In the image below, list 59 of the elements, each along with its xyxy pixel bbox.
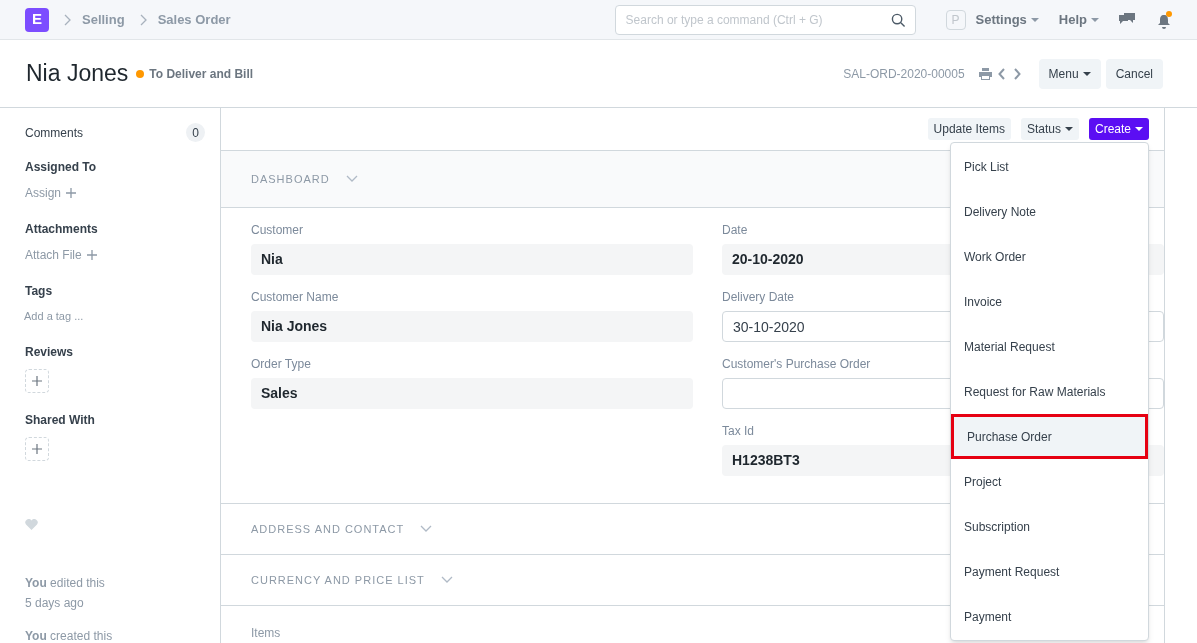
field-value: Nia Jones (251, 311, 693, 342)
previous-icon[interactable] (997, 67, 1006, 80)
activity-text: You edited this (25, 574, 106, 592)
print-icon[interactable] (978, 67, 992, 80)
section-heading: Assigned To (25, 159, 98, 176)
activity-text: You created this (25, 627, 114, 643)
plus-icon (32, 375, 42, 386)
caret-icon (1091, 17, 1099, 22)
section-heading: Reviews (25, 343, 75, 361)
heart-icon[interactable] (25, 518, 38, 530)
section-heading: Shared With (25, 411, 96, 429)
add-button[interactable] (25, 368, 49, 393)
field-value: Sales (251, 378, 693, 409)
bell-icon[interactable] (1157, 10, 1172, 29)
caret-icon (1082, 71, 1091, 76)
plus-icon (66, 188, 77, 198)
chevron-down-icon (440, 576, 453, 584)
menu-item[interactable]: Request for Raw Materials (951, 369, 1148, 414)
field-label: Delivery Date (722, 289, 795, 306)
field-label: Tax Id (722, 423, 754, 440)
header-button[interactable]: Menu (1038, 58, 1101, 89)
menu-item[interactable]: Purchase Order (951, 414, 1148, 459)
app-logo[interactable]: E (25, 7, 49, 32)
nav-menu[interactable]: Settings (975, 9, 1039, 30)
field-label: Customer (251, 222, 303, 239)
nav-menu[interactable]: Help (1058, 9, 1099, 30)
caret-icon (1135, 127, 1143, 131)
toolbar-button[interactable]: Status (1020, 118, 1079, 140)
section-heading: Attachments (25, 221, 99, 238)
menu-item[interactable]: Subscription (951, 504, 1148, 549)
comments-count: 0 (186, 123, 205, 142)
chat-icon[interactable] (1119, 12, 1135, 27)
search-field[interactable]: Search or type a command (Ctrl + G) (614, 4, 916, 35)
caret-icon (1064, 127, 1073, 131)
chevron-right-icon (139, 13, 148, 26)
plus-icon (32, 443, 42, 454)
chevron-down-icon (345, 175, 358, 183)
items-label: Items (251, 626, 281, 640)
field-label: Order Type (251, 356, 311, 373)
toolbar-button[interactable]: Create (1088, 118, 1149, 140)
next-icon[interactable] (1012, 67, 1021, 80)
comments-label[interactable]: Comments (25, 123, 83, 142)
chevron-down-icon (420, 525, 433, 533)
plus-icon (86, 250, 97, 260)
activity-text: 5 days ago (25, 594, 85, 612)
status-label: To Deliver and Bill (149, 65, 254, 83)
field-label: Customer's Purchase Order (722, 356, 871, 373)
section-heading: Tags (25, 283, 54, 300)
header-button[interactable]: Cancel (1105, 58, 1163, 89)
field-value: Nia (251, 244, 693, 275)
document-id: SAL-ORD-2020-00005 (843, 65, 965, 83)
field-label: Customer Name (251, 289, 339, 306)
field-label: Date (722, 222, 748, 239)
toolbar-button[interactable]: Update Items (927, 118, 1011, 140)
chevron-right-icon (64, 13, 72, 26)
page-title: Nia Jones (26, 59, 129, 89)
add-button[interactable] (25, 436, 49, 461)
caret-icon (1030, 17, 1039, 22)
search-icon (890, 12, 906, 28)
